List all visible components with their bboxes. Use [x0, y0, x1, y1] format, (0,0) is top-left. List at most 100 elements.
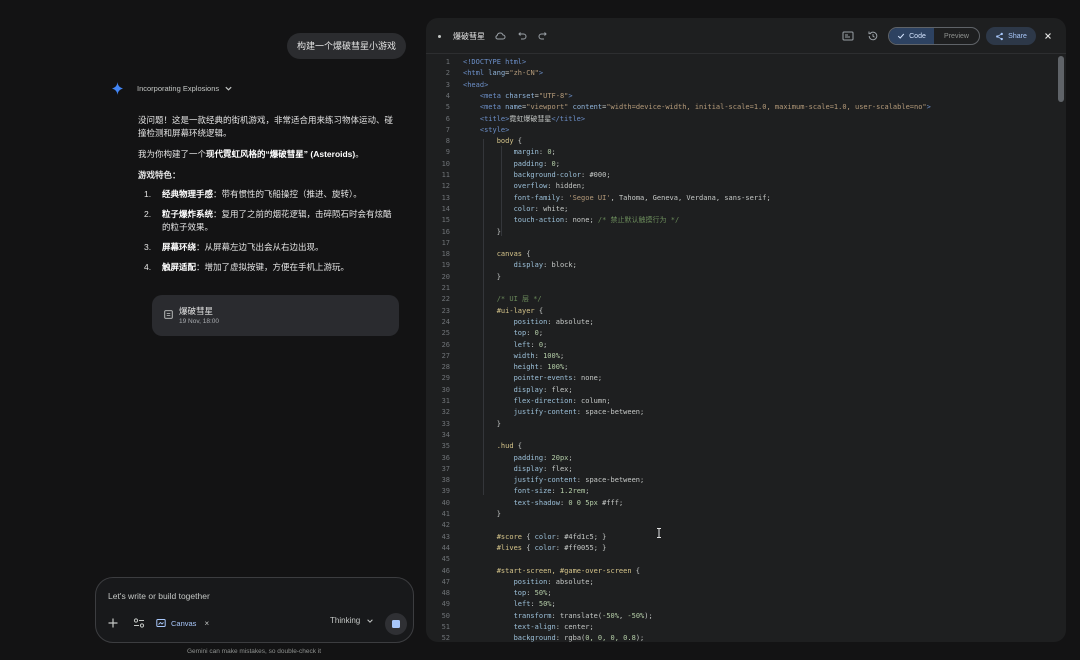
canvas-document-card[interactable]: 爆破彗星 19 Nov, 18:00	[152, 295, 399, 336]
code-line[interactable]: 32 justify-content: space-between;	[426, 407, 1066, 418]
line-number: 42	[441, 521, 450, 530]
code-line[interactable]: 43 #score { color: #4fd1c5; }	[426, 532, 1066, 543]
code-line[interactable]: 29 pointer-events: none;	[426, 373, 1066, 384]
code-text: display: flex;	[513, 385, 573, 394]
code-line[interactable]: 40 text-shadow: 0 0 5px #fff;	[426, 498, 1066, 509]
code-line[interactable]: 18 canvas {	[426, 249, 1066, 260]
canvas-chip[interactable]: Canvas ×	[156, 615, 209, 631]
code-text: justify-content: space-between;	[513, 408, 645, 417]
code-line[interactable]: 23 #ui-layer {	[426, 306, 1066, 317]
code-line[interactable]: 45	[426, 554, 1066, 565]
code-line[interactable]: 10 padding: 0;	[426, 159, 1066, 170]
code-line[interactable]: 25 top: 0;	[426, 328, 1066, 339]
code-line[interactable]: 33 }	[426, 419, 1066, 430]
code-line[interactable]: 24 position: absolute;	[426, 317, 1066, 328]
code-line[interactable]: 9 margin: 0;	[426, 147, 1066, 158]
tab-preview[interactable]: Preview	[934, 28, 979, 44]
code-line[interactable]: 28 height: 100%;	[426, 362, 1066, 373]
code-line[interactable]: 7 <style>	[426, 125, 1066, 136]
code-text: display: block;	[513, 261, 577, 270]
code-text: top: 50%;	[513, 589, 552, 598]
code-line[interactable]: 15 touch-action: none; /* 禁止默认触摸行为 */	[426, 215, 1066, 226]
code-editor[interactable]: 1 <!DOCTYPE html> 2 <html lang="zh-CN"> 3 <he…	[426, 54, 1066, 642]
line-number: 10	[441, 159, 450, 168]
code-line[interactable]: 21	[426, 283, 1066, 294]
code-text: background: rgba(0, 0, 0, 0.8);	[513, 634, 645, 642]
code-text: height: 100%;	[513, 363, 569, 372]
code-line[interactable]: 5 <meta name="viewport" content="width=d…	[426, 102, 1066, 113]
line-number: 25	[441, 329, 450, 338]
code-text: transform: translate(-50%, -50%);	[513, 611, 653, 620]
code-line[interactable]: 39 font-size: 1.2rem;	[426, 486, 1066, 497]
canvas-card-date: 19 Nov, 18:00	[179, 318, 219, 325]
code-line[interactable]: 30 display: flex;	[426, 385, 1066, 396]
code-line[interactable]: 14 color: white;	[426, 204, 1066, 215]
code-line[interactable]: 34	[426, 430, 1066, 441]
prompt-input[interactable]	[108, 589, 388, 603]
code-line[interactable]: 27 width: 100%;	[426, 351, 1066, 362]
line-number: 3	[445, 80, 450, 89]
mode-dropdown[interactable]: Thinking	[330, 616, 374, 625]
code-line[interactable]: 17	[426, 238, 1066, 249]
code-line[interactable]: 44 #lives { color: #ff0055; }	[426, 543, 1066, 554]
canvas-chip-label: Canvas	[171, 618, 197, 628]
code-line[interactable]: 50 transform: translate(-50%, -50%);	[426, 611, 1066, 622]
canvas-panel: 爆破彗星 Code Preview Share 1 <!DOCTYPE html…	[426, 18, 1066, 642]
line-number: 16	[441, 227, 450, 236]
code-line[interactable]: 13 font-family: 'Segoe UI', Tahoma, Gene…	[426, 193, 1066, 204]
code-line[interactable]: 51 text-align: center;	[426, 622, 1066, 633]
code-text: #lives { color: #ff0055; }	[496, 543, 607, 552]
code-line[interactable]: 3 <head>	[426, 80, 1066, 91]
line-number: 47	[441, 577, 450, 586]
code-line[interactable]: 36 padding: 20px;	[426, 453, 1066, 464]
menu-dot-icon[interactable]	[438, 35, 441, 38]
code-line[interactable]: 11 background-color: #000;	[426, 170, 1066, 181]
undo-icon[interactable]	[516, 30, 528, 42]
line-number: 8	[445, 137, 450, 146]
code-line[interactable]: 12 overflow: hidden;	[426, 181, 1066, 192]
code-line[interactable]: 20 }	[426, 272, 1066, 283]
code-line[interactable]: 22 /* UI 层 */	[426, 294, 1066, 305]
tools-icon[interactable]	[133, 617, 145, 629]
code-line[interactable]: 49 left: 50%;	[426, 599, 1066, 610]
code-line[interactable]: 4 <meta charset="UTF-8">	[426, 91, 1066, 102]
code-line[interactable]: 46 #start-screen, #game-over-screen {	[426, 566, 1066, 577]
code-line[interactable]: 16 }	[426, 227, 1066, 238]
code-line[interactable]: 35 .hud {	[426, 441, 1066, 452]
code-line[interactable]: 26 left: 0;	[426, 340, 1066, 351]
code-line[interactable]: 6 <title>霓虹爆破彗星</title>	[426, 114, 1066, 125]
add-icon[interactable]	[107, 617, 119, 629]
code-line[interactable]: 8 body {	[426, 136, 1066, 147]
code-line[interactable]: 37 display: flex;	[426, 464, 1066, 475]
cloud-icon[interactable]	[494, 30, 506, 42]
document-title[interactable]: 爆破彗星	[453, 31, 485, 42]
code-line[interactable]: 41 }	[426, 509, 1066, 520]
line-number: 27	[441, 351, 450, 360]
history-icon[interactable]	[867, 30, 879, 42]
console-icon[interactable]	[842, 30, 854, 42]
close-icon[interactable]: ×	[204, 619, 209, 628]
feature-item: 3. 屏幕环绕：从屏幕左边飞出会从右边出现。	[144, 242, 324, 252]
share-button[interactable]: Share	[986, 27, 1036, 45]
code-line[interactable]: 2 <html lang="zh-CN">	[426, 68, 1066, 79]
code-line[interactable]: 47 position: absolute;	[426, 577, 1066, 588]
stop-button[interactable]	[385, 613, 407, 635]
code-text: position: absolute;	[513, 577, 594, 586]
close-icon[interactable]	[1042, 30, 1054, 42]
thinking-toggle[interactable]: Incorporating Explosions	[112, 82, 233, 95]
line-number: 48	[441, 589, 450, 598]
code-line[interactable]: 42	[426, 520, 1066, 531]
line-number: 35	[441, 442, 450, 451]
line-number: 11	[441, 171, 450, 179]
line-number: 51	[441, 623, 450, 631]
feature-item: 4. 触屏适配：增加了虚拟按键，方便在手机上游玩。	[144, 262, 350, 272]
code-line[interactable]: 1 <!DOCTYPE html>	[426, 57, 1066, 68]
tab-code[interactable]: Code	[889, 28, 934, 44]
code-line[interactable]: 19 display: block;	[426, 260, 1066, 271]
redo-icon[interactable]	[537, 30, 549, 42]
code-line[interactable]: 31 flex-direction: column;	[426, 396, 1066, 407]
code-text: body {	[496, 137, 523, 146]
code-line[interactable]: 48 top: 50%;	[426, 588, 1066, 599]
code-line[interactable]: 38 justify-content: space-between;	[426, 475, 1066, 486]
code-line[interactable]: 52 background: rgba(0, 0, 0, 0.8);	[426, 633, 1066, 642]
